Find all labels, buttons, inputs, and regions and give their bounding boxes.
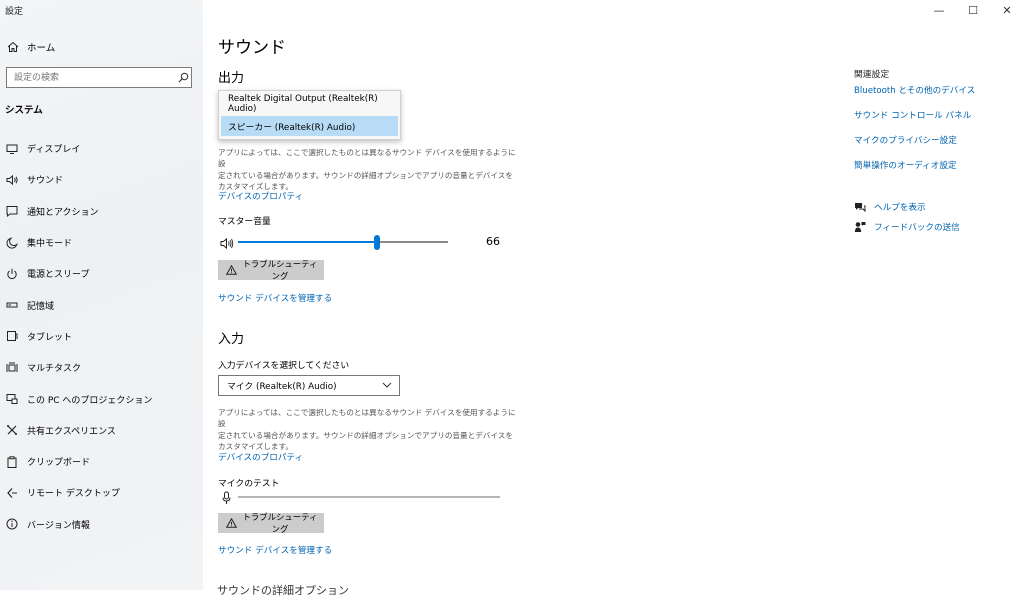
- clipboard-icon: [5, 455, 19, 468]
- main-content: サウンド 出力 Realtek Digital Output (Realtek(…: [203, 0, 1024, 597]
- description-line: 定されている場合があります。サウンドの詳細オプションでアプリの音量とデバイスを: [218, 170, 513, 180]
- sidebar-nav: ディスプレイ サウンド 通知とアクション 集中モード 電源とスリープ 記憶域 タ…: [0, 133, 203, 540]
- master-volume-label: マスター音量: [218, 217, 271, 227]
- warning-icon: [226, 265, 237, 275]
- output-option[interactable]: Realtek Digital Output (Realtek(R) Audio…: [221, 94, 398, 114]
- sidebar-item-multitask[interactable]: マルチタスク: [0, 352, 203, 383]
- output-manage-devices-link[interactable]: サウンド デバイスを管理する: [218, 292, 332, 304]
- input-device-properties-link[interactable]: デバイスのプロパティ: [218, 451, 303, 463]
- power-icon: [5, 268, 19, 280]
- sidebar-item-tablet[interactable]: タブレット: [0, 321, 203, 352]
- troubleshoot-label: トラブルシューティング: [242, 512, 318, 534]
- sidebar-item-label: 通知とアクション: [27, 207, 99, 218]
- sidebar-item-notifications[interactable]: 通知とアクション: [0, 196, 203, 227]
- help-link[interactable]: ヘルプを表示: [854, 201, 926, 213]
- input-device-select[interactable]: マイク (Realtek(R) Audio): [218, 375, 400, 396]
- tablet-icon: [5, 330, 19, 342]
- advanced-heading: サウンドの詳細オプション: [217, 584, 349, 597]
- output-troubleshoot-button[interactable]: トラブルシューティング: [218, 259, 324, 281]
- related-link-sound-control-panel[interactable]: サウンド コントロール パネル: [854, 109, 971, 121]
- speaker-icon[interactable]: [220, 235, 234, 254]
- related-link-bluetooth[interactable]: Bluetooth とその他のデバイス: [854, 84, 975, 96]
- feedback-link[interactable]: フィードバックの送信: [854, 221, 960, 233]
- shared-icon: [5, 424, 19, 436]
- remote-icon: [5, 487, 19, 499]
- master-volume-row: 66: [218, 234, 508, 250]
- sidebar-item-label: タブレット: [27, 332, 73, 343]
- sidebar-item-remote[interactable]: リモート デスクトップ: [0, 477, 203, 508]
- info-icon: [5, 518, 19, 530]
- display-icon: [5, 143, 19, 155]
- storage-icon: [5, 299, 19, 311]
- feedback-label: フィードバックの送信: [874, 223, 960, 233]
- chevron-down-icon: [382, 381, 392, 392]
- sidebar-item-label: バージョン情報: [27, 520, 90, 531]
- home-icon: [6, 41, 20, 53]
- output-device-dropdown[interactable]: Realtek Digital Output (Realtek(R) Audio…: [218, 90, 401, 140]
- search-box[interactable]: [6, 67, 192, 88]
- moon-icon: [5, 236, 19, 249]
- section-label-system: システム: [5, 105, 43, 116]
- related-link-mic-privacy[interactable]: マイクのプライバシー設定: [854, 134, 957, 146]
- sidebar-item-label: 集中モード: [27, 239, 73, 250]
- sidebar-item-projection[interactable]: この PC へのプロジェクション: [0, 383, 203, 414]
- mic-test-label: マイクのテスト: [218, 479, 280, 489]
- description-line: 定されている場合があります。サウンドの詳細オプションでアプリの音量とデバイスを: [218, 430, 513, 440]
- sidebar-item-label: 電源とスリープ: [27, 270, 90, 281]
- sidebar-item-label: この PC へのプロジェクション: [27, 395, 153, 406]
- sidebar-item-label: ディスプレイ: [27, 145, 81, 156]
- sidebar: 設定 ホーム システム ディスプレイ サウンド 通知とアクション 集中モード: [0, 0, 203, 590]
- input-heading: 入力: [218, 332, 245, 347]
- sidebar-item-power[interactable]: 電源とスリープ: [0, 258, 203, 289]
- description-line: アプリによっては、ここで選択したものとは異なるサウンド デバイスを使用するように…: [218, 148, 516, 169]
- master-volume-slider[interactable]: [238, 235, 448, 250]
- input-troubleshoot-button[interactable]: トラブルシューティング: [218, 512, 324, 534]
- sidebar-item-focus[interactable]: 集中モード: [0, 227, 203, 258]
- multitask-icon: [5, 362, 19, 374]
- warning-icon: [226, 518, 237, 528]
- search-icon[interactable]: [175, 72, 191, 83]
- home-label: ホーム: [27, 43, 56, 54]
- sidebar-item-about[interactable]: バージョン情報: [0, 509, 203, 540]
- sidebar-item-shared[interactable]: 共有エクスペリエンス: [0, 415, 203, 446]
- page-title: サウンド: [218, 38, 286, 58]
- search-input[interactable]: [7, 68, 175, 87]
- mic-level-bar: [238, 496, 500, 498]
- description-line: アプリによっては、ここで選択したものとは異なるサウンド デバイスを使用するように…: [218, 408, 516, 429]
- feedback-icon: [854, 221, 866, 233]
- help-label: ヘルプを表示: [874, 203, 926, 213]
- output-description: アプリによっては、ここで選択したものとは異なるサウンド デバイスを使用するように…: [218, 147, 518, 193]
- input-manage-devices-link[interactable]: サウンド デバイスを管理する: [218, 544, 332, 556]
- sidebar-item-display[interactable]: ディスプレイ: [0, 133, 203, 164]
- microphone-icon: [222, 490, 231, 509]
- app-title: 設定: [5, 7, 24, 17]
- sidebar-item-label: 共有エクスペリエンス: [27, 426, 116, 437]
- mic-test-row: [218, 490, 508, 506]
- output-device-properties-link[interactable]: デバイスのプロパティ: [218, 190, 303, 202]
- output-heading: 出力: [218, 71, 245, 86]
- sidebar-item-label: リモート デスクトップ: [27, 489, 120, 500]
- troubleshoot-label: トラブルシューティング: [242, 259, 318, 281]
- sidebar-item-label: クリップボード: [27, 458, 91, 469]
- input-select-label: 入力デバイスを選択してください: [218, 361, 350, 371]
- related-title: 関連設定: [854, 70, 890, 80]
- input-device-value: マイク (Realtek(R) Audio): [227, 382, 337, 392]
- volume-thumb[interactable]: [374, 235, 380, 250]
- output-option-selected[interactable]: スピーカー (Realtek(R) Audio): [221, 116, 398, 136]
- volume-value: 66: [486, 235, 500, 248]
- volume-fill: [238, 241, 377, 243]
- sidebar-item-label: マルチタスク: [27, 364, 82, 375]
- input-description: アプリによっては、ここで選択したものとは異なるサウンド デバイスを使用するように…: [218, 407, 518, 453]
- sidebar-item-clipboard[interactable]: クリップボード: [0, 446, 203, 477]
- sidebar-item-sound[interactable]: サウンド: [0, 164, 203, 195]
- related-link-accessibility-audio[interactable]: 簡単操作のオーディオ設定: [854, 159, 957, 171]
- notification-icon: [5, 205, 19, 218]
- projection-icon: [5, 393, 19, 405]
- sidebar-item-label: サウンド: [27, 176, 64, 187]
- sidebar-home[interactable]: ホーム: [0, 37, 203, 57]
- speaker-icon: [5, 174, 19, 186]
- sidebar-item-storage[interactable]: 記憶域: [0, 289, 203, 320]
- help-icon: [854, 202, 866, 213]
- sidebar-item-label: 記憶域: [27, 301, 55, 312]
